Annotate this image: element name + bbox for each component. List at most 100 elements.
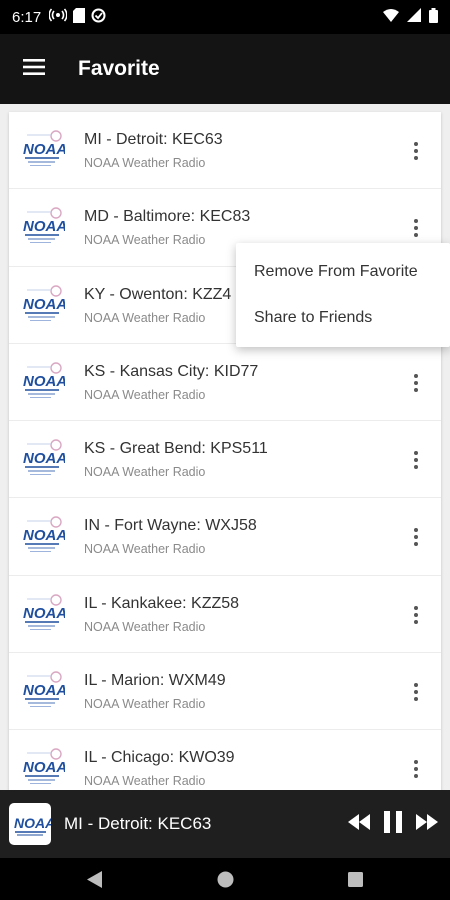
menu-button[interactable] bbox=[14, 49, 54, 89]
back-icon bbox=[87, 870, 102, 888]
data-saver-icon bbox=[91, 8, 106, 27]
noaa-logo-text: NOAA bbox=[23, 605, 65, 622]
more-vert-icon-dot bbox=[414, 149, 418, 153]
favorite-row[interactable]: NOAA IL - Marion: WXM49 NOAA Weather Radio bbox=[9, 653, 441, 731]
battery-icon bbox=[429, 7, 438, 27]
more-vert-icon-dot bbox=[414, 535, 418, 540]
nav-recents-button[interactable] bbox=[290, 871, 420, 887]
noaa-logo: NOAA bbox=[21, 283, 67, 332]
favorite-subtitle: NOAA Weather Radio bbox=[84, 542, 206, 557]
rewind-button[interactable] bbox=[348, 813, 370, 835]
noaa-logo-text: NOAA bbox=[23, 759, 65, 776]
favorite-row[interactable]: NOAA IL - Kankakee: KZZ58 NOAA Weather Rad… bbox=[9, 576, 441, 654]
sim-card-icon bbox=[73, 7, 86, 27]
noaa-logo: NOAA bbox=[21, 360, 67, 409]
more-vert-icon bbox=[414, 219, 418, 224]
more-vert-icon bbox=[414, 528, 418, 533]
favorite-row[interactable]: NOAA IL - Chicago: KWO39 NOAA Weather Radi… bbox=[9, 730, 441, 790]
more-vert-icon bbox=[414, 760, 418, 765]
overflow-popup-menu: Remove From Favorite Share to Friends bbox=[236, 243, 450, 347]
favorite-subtitle: NOAA Weather Radio bbox=[84, 465, 206, 480]
favorites-list-area[interactable]: NOAA MI - Detroit: KEC63 NOAA Weather Radi… bbox=[0, 104, 450, 790]
fast-forward-icon bbox=[416, 813, 438, 830]
more-vert-icon-dot bbox=[414, 767, 418, 772]
favorite-subtitle: NOAA Weather Radio bbox=[84, 233, 206, 248]
noaa-logo-text: NOAA bbox=[23, 141, 65, 158]
more-options-button[interactable] bbox=[405, 215, 427, 241]
more-vert-icon-dot bbox=[414, 690, 418, 695]
noaa-logo: NOAA bbox=[21, 746, 67, 790]
more-options-button[interactable] bbox=[405, 524, 427, 550]
more-vert-icon-dot bbox=[414, 465, 418, 470]
share-to-friends-item[interactable]: Share to Friends bbox=[236, 295, 450, 341]
more-vert-icon-dot bbox=[414, 156, 418, 160]
favorite-row[interactable]: NOAA IN - Fort Wayne: WXJ58 NOAA Weather R… bbox=[9, 498, 441, 576]
nav-home-button[interactable] bbox=[160, 871, 290, 888]
favorite-title: KS - Great Bend: KPS511 bbox=[84, 440, 268, 458]
more-vert-icon bbox=[414, 373, 418, 378]
more-vert-icon-dot bbox=[414, 458, 418, 463]
more-options-button[interactable] bbox=[405, 679, 427, 705]
status-bar: 6:17 bbox=[0, 0, 450, 34]
favorite-row[interactable]: NOAA MI - Detroit: KEC63 NOAA Weather Radi… bbox=[9, 112, 441, 190]
more-options-button[interactable] bbox=[405, 138, 427, 164]
favorite-subtitle: NOAA Weather Radio bbox=[84, 697, 206, 712]
more-vert-icon bbox=[414, 605, 418, 610]
noaa-logo: NOAA bbox=[21, 669, 67, 718]
more-vert-icon-dot bbox=[414, 697, 418, 702]
more-vert-icon-dot bbox=[414, 380, 418, 385]
noaa-logo: NOAA bbox=[21, 128, 67, 177]
app-bar: Favorite bbox=[0, 34, 450, 104]
home-icon bbox=[217, 871, 233, 887]
more-options-button[interactable] bbox=[405, 370, 427, 396]
favorite-title: IL - Kankakee: KZZ58 bbox=[84, 594, 240, 612]
more-vert-icon-dot bbox=[414, 774, 418, 779]
noaa-logo: NOAA bbox=[21, 437, 67, 486]
fast-forward-button[interactable] bbox=[416, 813, 438, 835]
more-options-button[interactable] bbox=[405, 756, 427, 782]
mini-player[interactable]: NOAA MI - Detroit: KEC63 bbox=[0, 790, 450, 858]
favorite-subtitle: NOAA Weather Radio bbox=[84, 156, 206, 170]
favorite-subtitle: NOAA Weather Radio bbox=[84, 310, 206, 325]
noaa-logo: NOAA bbox=[21, 514, 67, 563]
status-time: 6:17 bbox=[12, 8, 42, 26]
more-vert-icon-dot bbox=[414, 619, 418, 624]
more-vert-icon bbox=[414, 683, 418, 688]
noaa-logo-text: NOAA bbox=[23, 296, 65, 313]
nav-back-button[interactable] bbox=[30, 870, 160, 888]
pause-icon bbox=[384, 810, 402, 833]
remove-from-favorite-item[interactable]: Remove From Favorite bbox=[236, 249, 450, 295]
rewind-icon bbox=[348, 813, 370, 830]
more-options-button[interactable] bbox=[405, 447, 427, 473]
now-playing-title: MI - Detroit: KEC63 bbox=[64, 814, 212, 833]
more-vert-icon-dot bbox=[414, 226, 418, 231]
more-vert-icon-dot bbox=[414, 542, 418, 547]
noaa-logo-text: NOAA bbox=[23, 682, 65, 699]
pause-button[interactable] bbox=[384, 810, 402, 838]
more-vert-icon-dot bbox=[414, 233, 418, 238]
noaa-logo-text: NOAA bbox=[23, 527, 65, 544]
noaa-logo-text: NOAA bbox=[23, 450, 65, 467]
more-options-button[interactable] bbox=[405, 602, 427, 628]
noaa-logo-text: NOAA bbox=[14, 815, 51, 831]
more-vert-icon-dot bbox=[414, 612, 418, 617]
favorites-list: NOAA MI - Detroit: KEC63 NOAA Weather Radi… bbox=[9, 112, 441, 790]
favorite-title: IN - Fort Wayne: WXJ58 bbox=[84, 517, 257, 535]
page-title: Favorite bbox=[78, 57, 160, 80]
favorite-title: MD - Baltimore: KEC83 bbox=[84, 208, 251, 226]
favorite-title: KS - Kansas City: KID77 bbox=[84, 362, 259, 380]
favorite-subtitle: NOAA Weather Radio bbox=[84, 774, 206, 789]
favorite-subtitle: NOAA Weather Radio bbox=[84, 619, 206, 634]
favorite-row[interactable]: NOAA KS - Kansas City: KID77 NOAA Weather … bbox=[9, 344, 441, 422]
more-vert-icon-dot bbox=[414, 387, 418, 392]
favorite-title: IL - Chicago: KWO39 bbox=[84, 749, 235, 767]
favorite-subtitle: NOAA Weather Radio bbox=[84, 387, 206, 402]
favorite-title: MI - Detroit: KEC63 bbox=[84, 131, 223, 148]
favorite-title: IL - Marion: WXM49 bbox=[84, 672, 226, 690]
favorite-row[interactable]: NOAA KS - Great Bend: KPS511 NOAA Weather … bbox=[9, 421, 441, 499]
more-vert-icon bbox=[414, 142, 418, 146]
more-vert-icon bbox=[414, 451, 418, 456]
recents-icon bbox=[347, 871, 363, 887]
cell-signal-icon bbox=[407, 8, 421, 26]
wifi-icon bbox=[383, 8, 399, 26]
